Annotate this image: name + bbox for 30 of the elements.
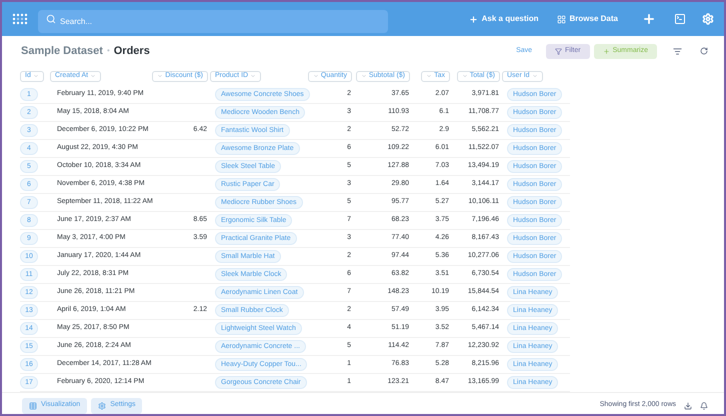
alert-icon[interactable] bbox=[700, 402, 708, 410]
gear-icon bbox=[98, 402, 106, 410]
refresh-icon[interactable] bbox=[700, 47, 708, 55]
filter-icon bbox=[555, 48, 562, 54]
caret-icon bbox=[462, 73, 468, 79]
caret-icon bbox=[32, 73, 39, 79]
caret-icon bbox=[360, 73, 367, 79]
search-field[interactable]: Search... bbox=[38, 10, 388, 32]
breadcrumb-database[interactable]: Sample Dataset bbox=[21, 42, 103, 60]
grid-icon bbox=[556, 14, 566, 24]
sort-icon[interactable] bbox=[673, 46, 682, 56]
caret-icon bbox=[157, 73, 164, 79]
add-icon[interactable] bbox=[642, 12, 656, 26]
breadcrumb-separator: • bbox=[106, 45, 110, 57]
table-icon bbox=[29, 402, 37, 410]
ask-question-button[interactable]: Ask a question bbox=[468, 13, 539, 25]
download-icon[interactable] bbox=[684, 402, 692, 410]
search-icon bbox=[46, 14, 56, 24]
settings-icon[interactable] bbox=[702, 13, 714, 25]
sql-editor-icon[interactable] bbox=[674, 13, 686, 25]
caret-icon bbox=[90, 73, 96, 79]
browse-data-button[interactable]: Browse Data bbox=[556, 13, 618, 25]
logo-icon[interactable] bbox=[12, 13, 28, 25]
page-title: Orders bbox=[114, 44, 150, 59]
plus-icon bbox=[468, 14, 478, 24]
plus-icon bbox=[602, 48, 610, 54]
caret-icon bbox=[532, 73, 538, 79]
caret-icon bbox=[426, 73, 432, 79]
caret-icon bbox=[250, 73, 256, 79]
caret-icon bbox=[312, 73, 319, 79]
